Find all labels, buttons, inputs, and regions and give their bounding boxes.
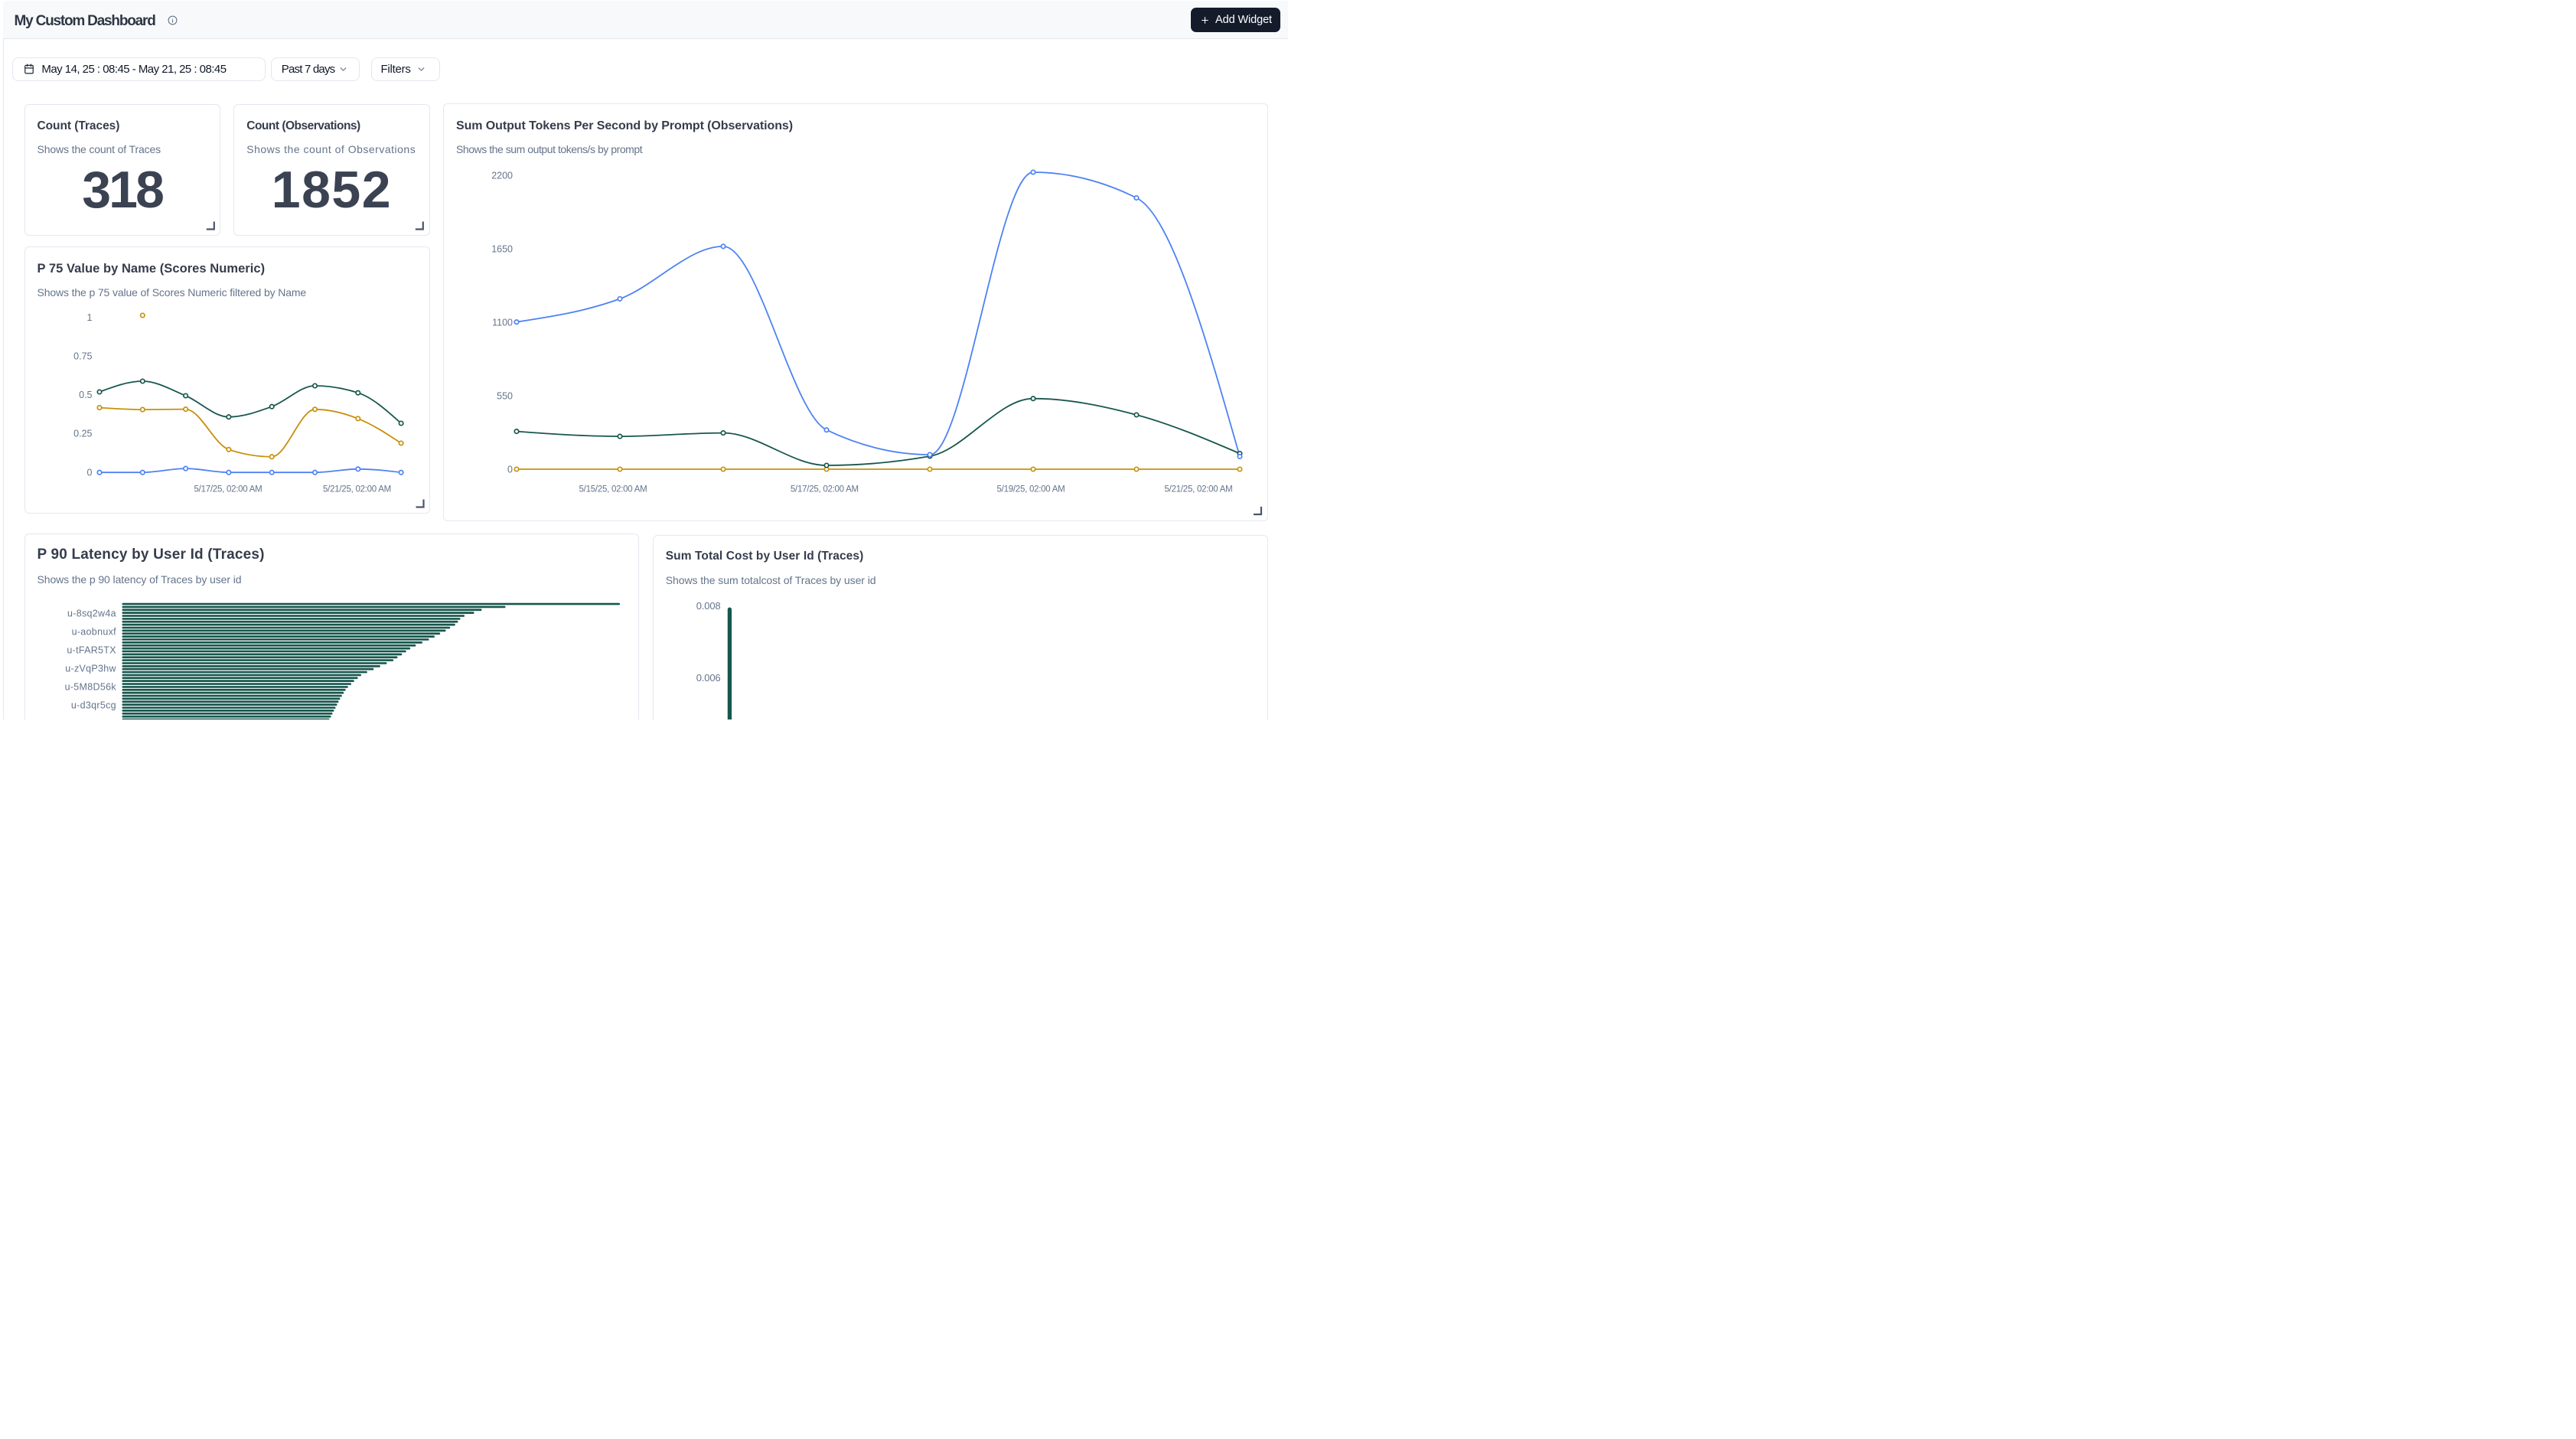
svg-text:u-8sq2w4a: u-8sq2w4a — [67, 608, 116, 618]
svg-text:u-tFAR5TX: u-tFAR5TX — [67, 644, 116, 655]
svg-text:u-zVqP3hw: u-zVqP3hw — [65, 663, 116, 674]
svg-text:u-5M8D56k: u-5M8D56k — [64, 681, 116, 692]
svg-text:u-d3qr5cg: u-d3qr5cg — [70, 700, 116, 710]
svg-text:0.008: 0.008 — [696, 600, 720, 612]
svg-text:0.006: 0.006 — [696, 672, 720, 684]
svg-text:u-aobnuxf: u-aobnuxf — [71, 626, 116, 637]
svg-text:u-8fVa9T3: u-8fVa9T3 — [70, 718, 116, 720]
